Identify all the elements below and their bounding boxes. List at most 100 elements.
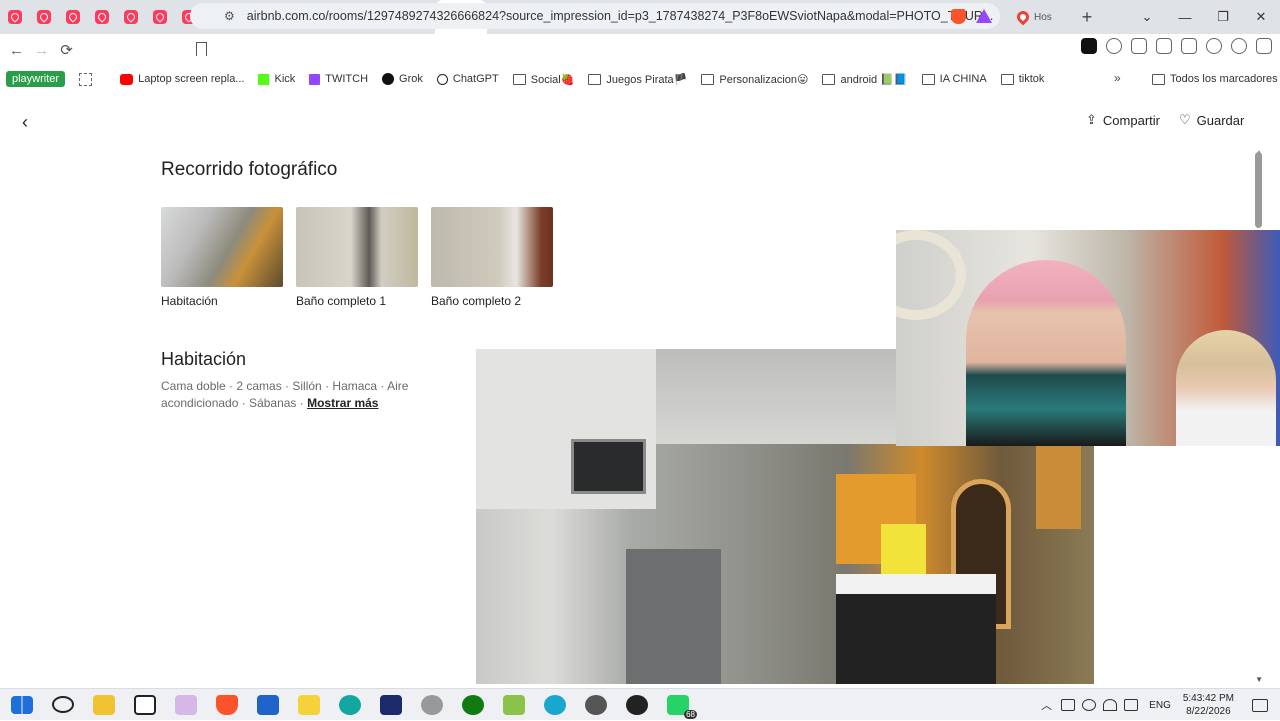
bookmark-label: Personalizacion😛 (719, 73, 809, 86)
wifi-icon[interactable] (1103, 699, 1118, 711)
url-text[interactable]: airbnb.com.co/rooms/1297489274326666824?… (247, 9, 994, 23)
folder-icon (512, 73, 526, 85)
browser-tab[interactable] (0, 0, 29, 34)
app-icon[interactable] (175, 694, 197, 715)
airbnb-photo-tour-page: ‹ ⇪ Compartir ♡ Guardar Recorrido fotogr… (0, 92, 1280, 688)
battery-icon[interactable] (1061, 699, 1076, 711)
settings-icon[interactable] (585, 694, 607, 715)
thumbnail-bano-2[interactable]: Baño completo 2 (431, 207, 553, 308)
search-icon[interactable] (52, 696, 74, 713)
apps-button[interactable] (79, 72, 106, 86)
bookmark-label: Social🍓 (530, 73, 575, 86)
scrollbar-thumb[interactable] (1255, 152, 1262, 228)
tab-search-icon[interactable]: ⌄ (1128, 9, 1166, 25)
thumbnail-bano-1[interactable]: Baño completo 1 (296, 207, 418, 308)
browser-tab[interactable] (29, 0, 58, 34)
share-button[interactable]: ⇪ Compartir (1086, 112, 1160, 128)
wallet-icon[interactable] (1181, 38, 1197, 54)
browser-tab[interactable]: Hos (1009, 0, 1067, 34)
sticky-notes-icon[interactable] (298, 694, 320, 715)
notifications-icon[interactable] (1252, 698, 1268, 712)
brave-rewards-icon[interactable] (976, 9, 992, 23)
maximize-button[interactable]: ❐ (1204, 9, 1242, 25)
browser-tab[interactable] (87, 0, 116, 34)
start-button-icon[interactable] (11, 695, 33, 714)
bookmark-item[interactable]: Juegos Pirata🏴 (588, 73, 687, 86)
browser-tab[interactable] (116, 0, 145, 34)
show-more-link[interactable]: Mostrar más (307, 396, 378, 410)
power-icon[interactable] (1124, 699, 1139, 711)
share-icon: ⇪ (1086, 112, 1097, 127)
save-button[interactable]: ♡ Guardar (1179, 112, 1244, 128)
minimize-button[interactable]: — (1166, 10, 1204, 25)
bookmark-item[interactable]: Laptop screen repla... (120, 73, 244, 85)
brave-shields-icon[interactable] (951, 8, 966, 24)
whatsapp-icon[interactable]: 68 (667, 694, 697, 719)
app-icon[interactable] (503, 694, 525, 715)
airbnb-icon (8, 10, 22, 24)
bookmark-item[interactable]: tiktok (1000, 73, 1044, 85)
bookmarks-bar: playwriter Laptop screen repla... Kick TWIT… (0, 68, 1280, 90)
close-window-button[interactable]: ✕ (1242, 9, 1280, 25)
notion-icon[interactable] (134, 694, 156, 715)
bookmark-item[interactable]: Personalizacion😛 (701, 73, 808, 86)
chevron-up-icon[interactable]: ︿ (1041, 697, 1052, 713)
extension-icon[interactable] (1081, 38, 1097, 54)
camera-icon[interactable] (1106, 38, 1122, 54)
brave-browser-icon[interactable] (216, 694, 238, 715)
xbox-icon[interactable] (462, 694, 484, 715)
file-explorer-icon[interactable] (93, 694, 115, 715)
bookmark-item[interactable]: TWITCH (309, 73, 368, 85)
browser-tab[interactable] (58, 0, 87, 34)
thumbnail-habitacion[interactable]: Habitación (161, 207, 283, 308)
bookmark-item[interactable]: ChatGPT (436, 73, 499, 85)
address-bar[interactable]: ⚙ airbnb.com.co/rooms/129748927432666682… (190, 3, 1000, 29)
obs-icon[interactable] (626, 694, 648, 715)
bookmark-page-icon[interactable] (196, 42, 207, 56)
bookmark-label: playwriter (12, 73, 60, 85)
site-info-icon[interactable]: ⚙ (224, 9, 235, 23)
bathroom-2-thumbnail-image[interactable] (431, 207, 553, 287)
bookmark-item[interactable]: android 📗📘 (822, 73, 908, 86)
clock[interactable]: 5:43:42 PM 8/22/2026 (1183, 692, 1234, 718)
airbnb-icon (37, 10, 51, 24)
menu-icon[interactable] (1256, 38, 1272, 54)
bookmark-label: Juegos Pirata🏴 (606, 73, 688, 86)
browser-tab[interactable] (145, 0, 174, 34)
photo-tour-title: Recorrido fotográfico (161, 159, 338, 180)
airbnb-icon (124, 10, 138, 24)
sidebar-icon[interactable] (1156, 38, 1172, 54)
webcam-overlay (896, 230, 1280, 446)
back-arrow-icon[interactable]: ‹ (22, 112, 28, 133)
back-button[interactable]: ← (4, 42, 29, 59)
leo-ai-icon[interactable] (1206, 38, 1222, 54)
puzzle-icon[interactable] (1131, 38, 1147, 54)
app-icon[interactable] (339, 694, 361, 715)
language-indicator[interactable]: ENG (1149, 700, 1171, 711)
all-bookmarks-folder[interactable]: Todos los marcadores (1152, 68, 1278, 90)
app-icon[interactable] (544, 694, 566, 715)
scroll-down-arrow-icon[interactable]: ▼ (1255, 675, 1263, 684)
room-thumbnail-image[interactable] (161, 207, 283, 287)
new-tab-button[interactable]: + (1073, 3, 1101, 31)
reload-button[interactable]: ⟳ (54, 41, 79, 59)
bookmark-item[interactable]: Social🍓 (512, 73, 575, 86)
apps-grid-icon (79, 72, 93, 86)
forward-button[interactable]: → (29, 42, 54, 59)
bookmark-item[interactable]: playwriter (6, 71, 66, 87)
bookmark-item[interactable]: Grok (382, 73, 423, 85)
bookmark-item[interactable]: Kick (258, 73, 295, 85)
vpn-icon[interactable] (1231, 38, 1247, 54)
app-icon[interactable] (380, 694, 402, 715)
app-icon[interactable] (421, 694, 443, 715)
bookmark-list: playwriter Laptop screen repla... Kick TWIT… (0, 71, 1058, 87)
bathroom-1-thumbnail-image[interactable] (296, 207, 418, 287)
photo-tour-thumbnails: Habitación Baño completo 1 Baño completo… (161, 207, 553, 308)
bookmark-label: TWITCH (325, 73, 369, 85)
bookmark-item[interactable]: IA CHINA (921, 73, 987, 85)
folder-icon (588, 73, 602, 85)
window-controls: ⌄ — ❐ ✕ (1128, 0, 1280, 34)
volume-icon[interactable] (1082, 699, 1097, 711)
store-icon[interactable] (257, 694, 279, 715)
bookmarks-overflow-button[interactable]: » (1114, 71, 1121, 85)
